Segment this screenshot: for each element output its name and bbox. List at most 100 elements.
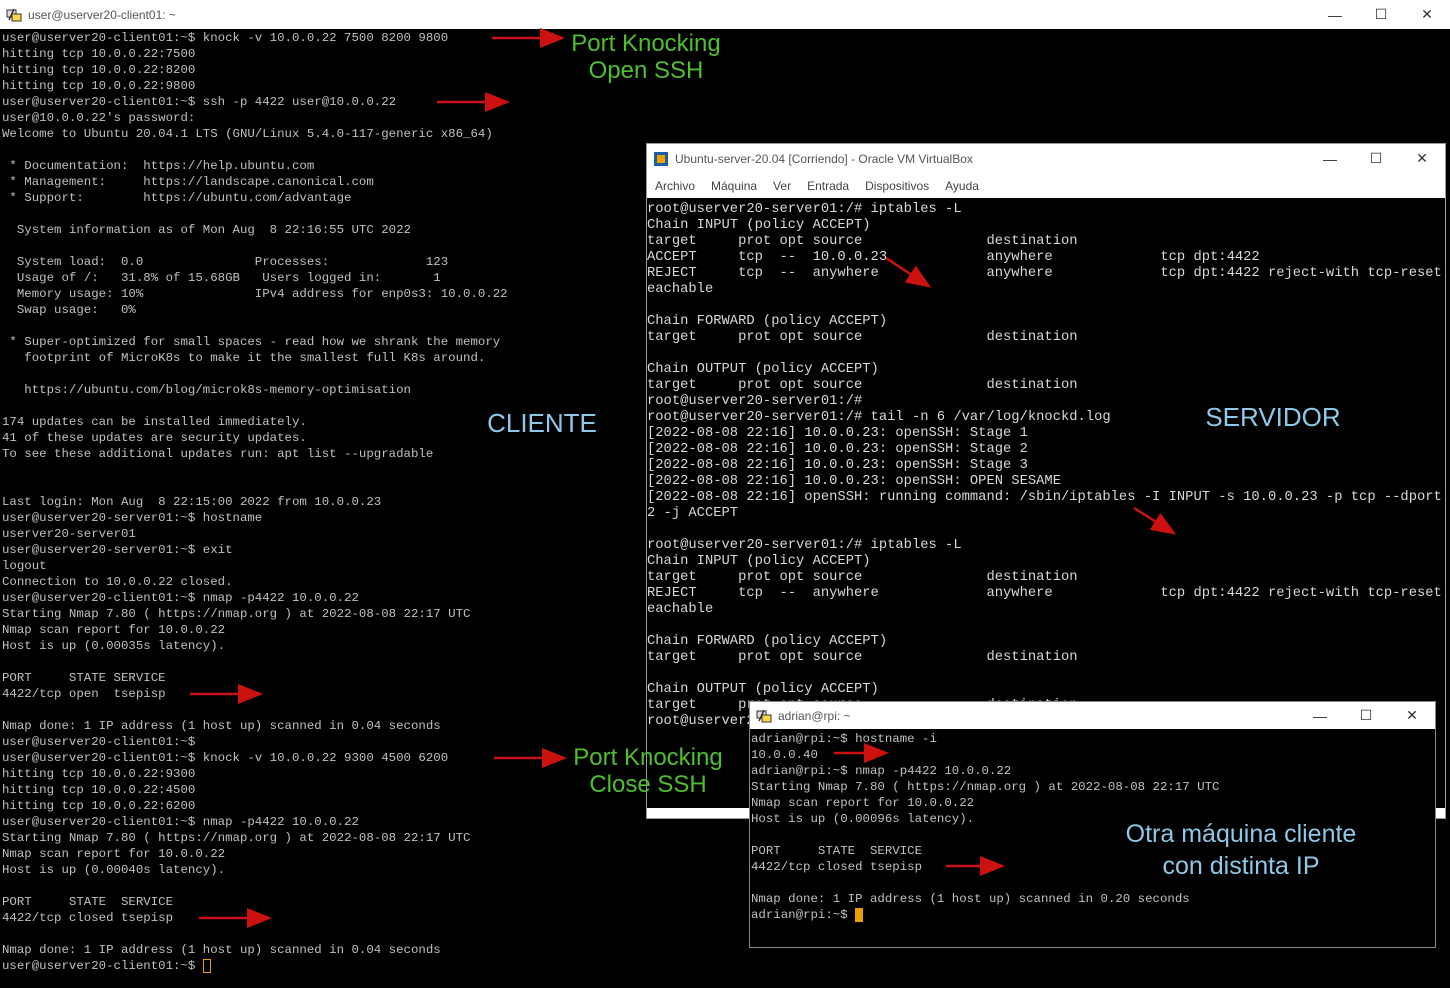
terminal-line: root@userver20-server01:/# iptables -L xyxy=(647,538,962,553)
terminal-line: Starting Nmap 7.80 ( https://nmap.org ) … xyxy=(2,831,471,845)
client-window-title: user@userver20-client01: ~ xyxy=(28,7,176,22)
terminal-line: [2022-08-08 22:16] 10.0.0.23: openSSH: S… xyxy=(647,458,1028,473)
terminal-line: Chain FORWARD (policy ACCEPT) xyxy=(647,314,888,329)
terminal-cursor xyxy=(202,958,211,973)
terminal-line: System information as of Mon Aug 8 22:16… xyxy=(2,223,411,237)
terminal-line: * Management: https://landscape.canonica… xyxy=(2,175,374,189)
terminal-line: hitting tcp 10.0.0.22:7500 xyxy=(2,47,196,61)
annotation-close-ssh: Port Knocking Close SSH xyxy=(562,744,734,798)
annotation-otra-line1: Otra máquina cliente xyxy=(1125,820,1357,848)
minimize-icon[interactable]: — xyxy=(1307,144,1353,173)
client-terminal-output[interactable]: user@userver20-client01:~$ knock -v 10.0… xyxy=(2,30,508,974)
menu-dispositivos[interactable]: Dispositivos xyxy=(865,179,929,193)
annotation-open-ssh-line2: Open SSH xyxy=(588,57,704,84)
terminal-line: hitting tcp 10.0.0.22:8200 xyxy=(2,63,196,77)
annotation-close-ssh-line2: Close SSH xyxy=(589,771,707,798)
terminal-line: Nmap done: 1 IP address (1 host up) scan… xyxy=(2,943,441,957)
terminal-line: user@userver20-server01:~$ exit xyxy=(2,543,233,557)
terminal-line: user@userver20-client01:~$ xyxy=(2,735,196,749)
terminal-line: Nmap scan report for 10.0.0.22 xyxy=(2,623,226,637)
terminal-line: Chain INPUT (policy ACCEPT) xyxy=(647,218,871,233)
close-icon[interactable]: ✕ xyxy=(1399,144,1445,173)
menu-ver[interactable]: Ver xyxy=(773,179,791,193)
terminal-line: System load: 0.0 Processes: 123 xyxy=(2,255,449,269)
terminal-line: [2022-08-08 22:16] openSSH: running comm… xyxy=(647,490,1445,505)
terminal-line: Chain FORWARD (policy ACCEPT) xyxy=(647,634,888,649)
close-icon[interactable]: ✕ xyxy=(1389,702,1435,729)
terminal-line: Nmap done: 1 IP address (1 host up) scan… xyxy=(751,892,1190,906)
terminal-line: hitting tcp 10.0.0.22:6200 xyxy=(2,799,196,813)
terminal-line: 4422/tcp closed tsepisp xyxy=(2,911,174,925)
terminal-line: Nmap scan report for 10.0.0.22 xyxy=(751,796,975,810)
annotation-open-ssh: Port Knocking Open SSH xyxy=(560,30,732,84)
maximize-icon[interactable]: ☐ xyxy=(1358,0,1404,29)
terminal-line: logout xyxy=(2,559,47,573)
terminal-line: target prot opt source destination xyxy=(647,378,1078,393)
terminal-line: target prot opt source destination xyxy=(647,650,1078,665)
close-icon[interactable]: ✕ xyxy=(1404,0,1450,29)
terminal-line: Chain INPUT (policy ACCEPT) xyxy=(647,554,871,569)
rpi-window-title: adrian@rpi: ~ xyxy=(778,708,851,723)
maximize-icon[interactable]: ☐ xyxy=(1353,144,1399,173)
terminal-line: user@userver20-server01:~$ hostname xyxy=(2,511,263,525)
terminal-line: PORT STATE SERVICE xyxy=(2,671,166,685)
terminal-line: Swap usage: 0% xyxy=(2,303,136,317)
server-title-bar[interactable]: Ubuntu-server-20.04 [Corriendo] - Oracle… xyxy=(647,144,1445,173)
terminal-line: adrian@rpi:~$ xyxy=(751,907,1219,923)
minimize-icon[interactable]: — xyxy=(1312,0,1358,29)
terminal-line: ACCEPT tcp -- 10.0.0.23 anywhere tcp dpt… xyxy=(647,250,1260,265)
terminal-line: * Documentation: https://help.ubuntu.com xyxy=(2,159,315,173)
annotation-servidor: SERVIDOR xyxy=(1205,402,1341,432)
terminal-line: eachable xyxy=(647,282,714,297)
annotation-otra-line2: con distinta IP xyxy=(1162,852,1320,880)
terminal-line: target prot opt source destination xyxy=(647,234,1078,249)
terminal-line: Chain OUTPUT (policy ACCEPT) xyxy=(647,682,879,697)
terminal-line: Starting Nmap 7.80 ( https://nmap.org ) … xyxy=(2,607,471,621)
terminal-line: Memory usage: 10% IPv4 address for enp0s… xyxy=(2,287,508,301)
terminal-line: Chain OUTPUT (policy ACCEPT) xyxy=(647,362,879,377)
client-title-bar[interactable]: user@userver20-client01: ~ — ☐ ✕ xyxy=(0,0,1450,29)
terminal-line: 174 updates can be installed immediately… xyxy=(2,415,307,429)
terminal-line: Host is up (0.00035s latency). xyxy=(2,639,226,653)
terminal-line: * Support: https://ubuntu.com/advantage xyxy=(2,191,352,205)
terminal-line: REJECT tcp -- anywhere anywhere tcp dpt:… xyxy=(647,586,1442,601)
terminal-line: hitting tcp 10.0.0.22:4500 xyxy=(2,783,196,797)
terminal-line: Nmap scan report for 10.0.0.22 xyxy=(2,847,226,861)
terminal-line: * Super-optimized for small spaces - rea… xyxy=(2,335,501,349)
terminal-line: adrian@rpi:~$ nmap -p4422 10.0.0.22 xyxy=(751,764,1012,778)
terminal-line: [2022-08-08 22:16] 10.0.0.23: openSSH: S… xyxy=(647,442,1028,457)
annotation-otra-maquina: Otra máquina cliente con distinta IP xyxy=(1106,818,1376,882)
terminal-line: hitting tcp 10.0.0.22:9800 xyxy=(2,79,196,93)
terminal-line: 41 of these updates are security updates… xyxy=(2,431,307,445)
terminal-line: user@userver20-client01:~$ nmap -p4422 1… xyxy=(2,591,359,605)
terminal-line: hitting tcp 10.0.0.22:9300 xyxy=(2,767,196,781)
menu-maquina[interactable]: Máquina xyxy=(711,179,757,193)
terminal-line: Connection to 10.0.0.22 closed. xyxy=(2,575,233,589)
minimize-icon[interactable]: — xyxy=(1297,702,1343,729)
menu-ayuda[interactable]: Ayuda xyxy=(945,179,979,193)
rpi-title-bar[interactable]: adrian@rpi: ~ — ☐ ✕ xyxy=(750,702,1435,729)
terminal-line: [2022-08-08 22:16] 10.0.0.23: openSSH: O… xyxy=(647,474,1061,489)
virtualbox-menu-bar: Archivo Máquina Ver Entrada Dispositivos… xyxy=(647,174,1445,198)
terminal-line: eachable xyxy=(647,602,714,617)
terminal-line: https://ubuntu.com/blog/microk8s-memory-… xyxy=(2,383,411,397)
terminal-line: adrian@rpi:~$ hostname -i xyxy=(751,732,937,746)
menu-entrada[interactable]: Entrada xyxy=(807,179,849,193)
maximize-icon[interactable]: ☐ xyxy=(1343,702,1389,729)
menu-archivo[interactable]: Archivo xyxy=(655,179,695,193)
